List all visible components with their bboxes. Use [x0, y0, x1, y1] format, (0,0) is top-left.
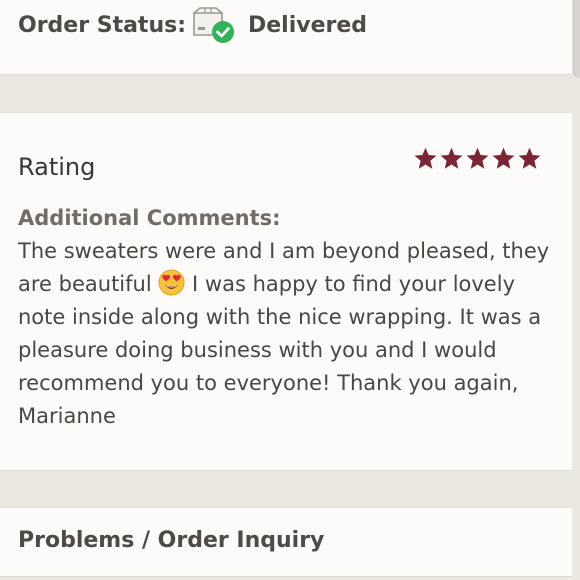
- heart-eyes-emoji-icon: [158, 269, 185, 296]
- package-delivered-icon: [193, 7, 234, 43]
- order-status-label: Order Status:: [18, 13, 187, 38]
- scrollbar[interactable]: [573, 0, 580, 78]
- additional-comments-label: Additional Comments:: [18, 206, 281, 230]
- problems-card[interactable]: Problems / Order Inquiry: [0, 507, 572, 577]
- order-status-card: Order Status: Delivered: [0, 0, 572, 75]
- star-filled-icon: [492, 147, 515, 169]
- problems-order-inquiry-link[interactable]: Problems / Order Inquiry: [18, 528, 324, 553]
- star-filled-icon: [440, 147, 463, 169]
- star-filled-icon: [414, 147, 437, 169]
- rating-card: Rating Additional Comments: The sweaters…: [0, 112, 572, 471]
- star-filled-icon: [518, 147, 541, 169]
- order-status-value: Delivered: [248, 13, 368, 38]
- star-rating: [413, 146, 542, 172]
- comment-text: The sweaters were and I am beyond please…: [18, 235, 563, 433]
- rating-title: Rating: [18, 153, 96, 181]
- star-filled-icon: [466, 147, 489, 169]
